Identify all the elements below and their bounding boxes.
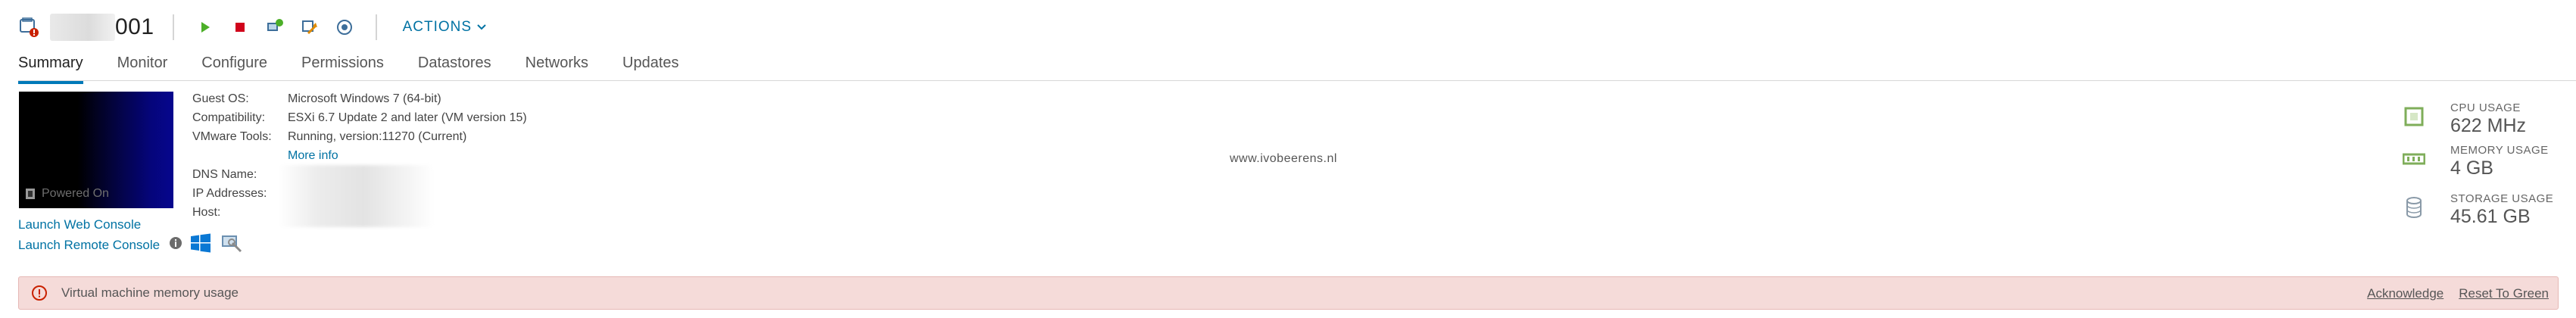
remote-console-row: Launch Remote Console (18, 232, 243, 257)
vm-name-redacted (50, 14, 115, 41)
tab-underline (18, 80, 2576, 81)
alarm-banner: Virtual machine memory usage Acknowledge… (18, 276, 2559, 310)
guest-os-label: Guest OS: (192, 92, 249, 105)
compatibility-label: Compatibility: (192, 111, 266, 124)
reset-to-green-link[interactable]: Reset To Green (2459, 286, 2549, 301)
cpu-icon (2402, 104, 2426, 129)
more-info-link[interactable]: More info (288, 149, 338, 163)
power-state-label: Powered On (42, 187, 109, 200)
power-state-icon (26, 189, 35, 199)
windows-logo-icon (190, 232, 211, 257)
launch-remote-console-link[interactable]: Launch Remote Console (18, 238, 160, 253)
tab-permissions[interactable]: Permissions (301, 50, 384, 82)
vmware-tools-value: Running, version:11270 (Current) (288, 130, 467, 143)
console-thumbnail[interactable]: Powered On (19, 92, 173, 208)
acknowledge-link[interactable]: Acknowledge (2367, 286, 2443, 301)
info-icon[interactable] (169, 236, 182, 254)
vmware-tools-icon (220, 232, 243, 257)
memory-usage-label: MEMORY USAGE (2450, 144, 2549, 157)
storage-usage-label: STORAGE USAGE (2450, 192, 2554, 205)
alarm-message: Virtual machine memory usage (61, 285, 239, 300)
actions-menu[interactable]: ACTIONS (403, 19, 487, 36)
cpu-usage-value: 622 MHz (2450, 115, 2527, 136)
snapshot-icon[interactable] (335, 17, 354, 37)
tab-datastores[interactable]: Datastores (418, 50, 491, 82)
toolbar-divider-2 (375, 14, 377, 40)
vm-header: 001 ACTIONS (18, 11, 487, 44)
cpu-usage-label: CPU USAGE (2450, 101, 2521, 114)
vm-name: 001 (115, 14, 154, 39)
alarm-actions: Acknowledge Reset To Green (2367, 286, 2549, 301)
vm-alarm-icon (18, 16, 41, 39)
redacted-network-info (279, 165, 434, 227)
storage-icon (2402, 195, 2426, 220)
storage-usage-value: 45.61 GB (2450, 206, 2531, 227)
error-icon (31, 285, 48, 301)
power-on-icon[interactable] (195, 17, 215, 37)
watermark-text: www.ivobeerens.nl (1230, 152, 1337, 165)
actions-label: ACTIONS (402, 19, 472, 35)
launch-web-console-link[interactable]: Launch Web Console (18, 217, 141, 232)
dns-name-label: DNS Name: (192, 168, 257, 181)
vmware-tools-label: VMware Tools: (192, 130, 272, 143)
tab-configure[interactable]: Configure (201, 50, 267, 82)
chevron-down-icon (477, 24, 486, 30)
ip-addresses-label: IP Addresses: (192, 187, 267, 200)
tab-networks[interactable]: Networks (525, 50, 588, 82)
memory-icon (2402, 147, 2426, 171)
console-icon[interactable] (265, 17, 285, 37)
guest-os-value: Microsoft Windows 7 (64-bit) (288, 92, 441, 105)
power-state: Powered On (25, 187, 109, 201)
compatibility-value: ESXi 6.7 Update 2 and later (VM version … (288, 111, 527, 124)
tab-updates[interactable]: Updates (622, 50, 679, 82)
tab-bar: Summary Monitor Configure Permissions Da… (18, 50, 713, 84)
migrate-icon[interactable] (300, 17, 320, 37)
power-off-icon[interactable] (230, 17, 250, 37)
host-label: Host: (192, 206, 221, 219)
toolbar-divider (172, 14, 174, 40)
tab-monitor[interactable]: Monitor (117, 50, 168, 82)
memory-usage-value: 4 GB (2450, 157, 2493, 179)
tab-summary[interactable]: Summary (18, 50, 83, 84)
